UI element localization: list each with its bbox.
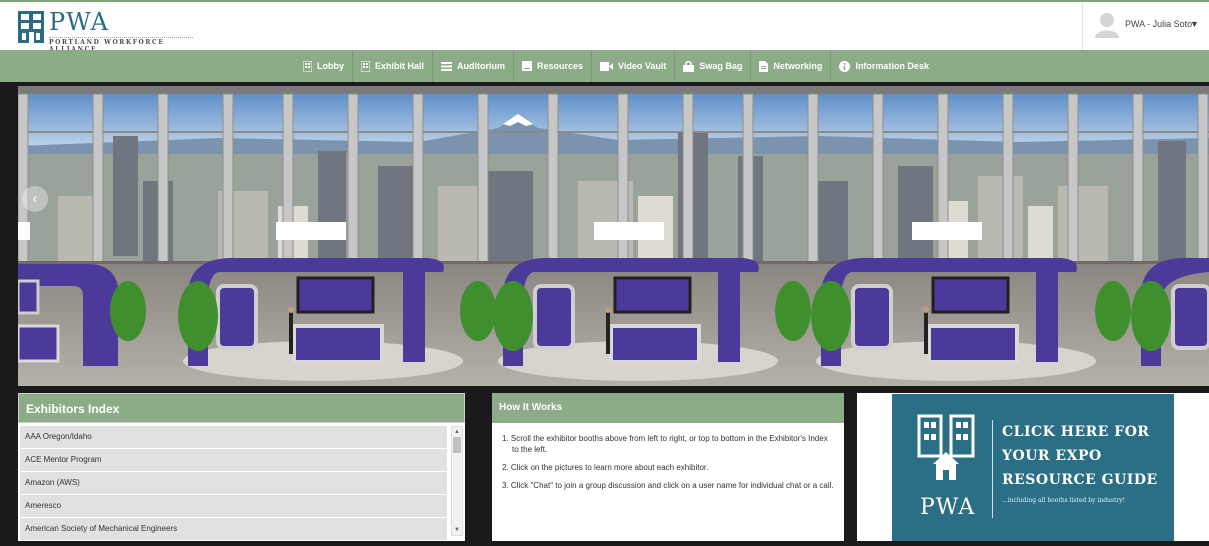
list-icon	[441, 61, 453, 71]
nav-lobby[interactable]: Lobby	[295, 50, 353, 82]
booth-name-plate[interactable]	[18, 222, 30, 240]
promo-divider	[992, 420, 993, 518]
nav-label: Networking	[773, 61, 823, 71]
promo-line-1: CLICK HERE FOR	[1002, 424, 1150, 440]
exhibitors-list: AAA Oregon/Idaho ACE Mentor Program Amaz…	[20, 426, 447, 541]
list-item[interactable]: ACE Mentor Program	[20, 449, 447, 471]
nav-label: Auditorium	[457, 61, 506, 71]
resource-guide-panel: PWA CLICK HERE FOR YOUR EXPO RESOURCE GU…	[857, 393, 1209, 541]
step-item: 2. Click on the pictures to learn more a…	[502, 463, 709, 472]
booth-name-plate[interactable]	[276, 222, 346, 240]
booth-name-plate[interactable]	[912, 222, 982, 240]
nav-label: Lobby	[317, 61, 344, 71]
user-menu[interactable]: PWA - Julia Soto ▼	[1082, 2, 1209, 50]
nav-information-desk[interactable]: Information Desk	[831, 50, 937, 82]
exhibitors-index-title: Exhibitors Index	[18, 393, 465, 423]
how-it-works-title: How It Works	[492, 393, 844, 423]
pwa-logo[interactable]: PWA PORTLAND WORKFORCE ALLIANCE	[18, 8, 193, 53]
building-icon	[303, 60, 312, 72]
logo-title: PWA	[49, 8, 109, 36]
scroll-thumb[interactable]	[453, 437, 461, 453]
step-item: 3. Click "Chat" to join a group discussi…	[502, 481, 834, 490]
booth-name-plate[interactable]	[594, 222, 664, 240]
nav-label: Swag Bag	[699, 61, 743, 71]
how-it-works-panel: How It Works 1. Scroll the exhibitor boo…	[492, 393, 844, 541]
list-item[interactable]: AAA Oregon/Idaho	[20, 426, 447, 448]
list-item[interactable]: American Society of Mechanical Engineers	[20, 518, 447, 540]
building-logo-icon	[18, 11, 44, 43]
nav-label: Resources	[537, 61, 584, 71]
promo-logo-text: PWA	[920, 495, 976, 520]
promo-line-3: RESOURCE GUIDE	[1002, 472, 1158, 488]
nav-exhibit-hall[interactable]: Exhibit Hall	[353, 50, 434, 82]
scroll-left-arrow[interactable]: ‹	[22, 186, 48, 212]
how-it-works-steps: 1. Scroll the exhibitor booths above fro…	[502, 433, 834, 498]
nav-video-vault[interactable]: Video Vault	[592, 50, 676, 82]
nav-label: Video Vault	[618, 61, 667, 71]
nav-auditorium[interactable]: Auditorium	[433, 50, 515, 82]
nav-swag-bag[interactable]: Swag Bag	[675, 50, 752, 82]
exhibit-hall-view[interactable]: ‹	[18, 86, 1209, 386]
promo-subtitle: ...including all booths listed by indust…	[1002, 497, 1126, 504]
video-icon	[600, 61, 614, 71]
header: PWA PORTLAND WORKFORCE ALLIANCE PWA - Ju…	[0, 0, 1209, 53]
nav-label: Information Desk	[855, 61, 929, 71]
avatar-icon	[1095, 13, 1119, 38]
scroll-up-icon[interactable]: ▲	[452, 427, 462, 437]
caret-down-icon: ▼	[1190, 19, 1199, 29]
info-icon	[839, 60, 851, 72]
main-nav: Lobby Exhibit Hall Auditorium Resources …	[0, 50, 1209, 82]
building-icon	[361, 60, 370, 72]
scroll-down-icon[interactable]: ▼	[452, 525, 462, 535]
exhibitors-scrollbar[interactable]: ▲ ▼	[451, 426, 463, 536]
nav-networking[interactable]: Networking	[751, 50, 832, 82]
nav-label: Exhibit Hall	[375, 61, 425, 71]
bag-icon	[683, 60, 695, 72]
step-item: 1. Scroll the exhibitor booths above fro…	[502, 434, 828, 454]
promo-line-2: YOUR EXPO	[1002, 448, 1102, 464]
file-icon	[759, 60, 769, 72]
list-item[interactable]: Amazon (AWS)	[20, 472, 447, 494]
user-name: PWA - Julia Soto	[1125, 19, 1193, 29]
book-icon	[522, 61, 533, 71]
exhibitors-index-panel: Exhibitors Index AAA Oregon/Idaho ACE Me…	[18, 393, 465, 541]
nav-resources[interactable]: Resources	[514, 50, 593, 82]
resource-guide-banner[interactable]: PWA CLICK HERE FOR YOUR EXPO RESOURCE GU…	[892, 394, 1174, 541]
list-item[interactable]: Ameresco	[20, 495, 447, 517]
building-logo-icon	[917, 414, 975, 480]
